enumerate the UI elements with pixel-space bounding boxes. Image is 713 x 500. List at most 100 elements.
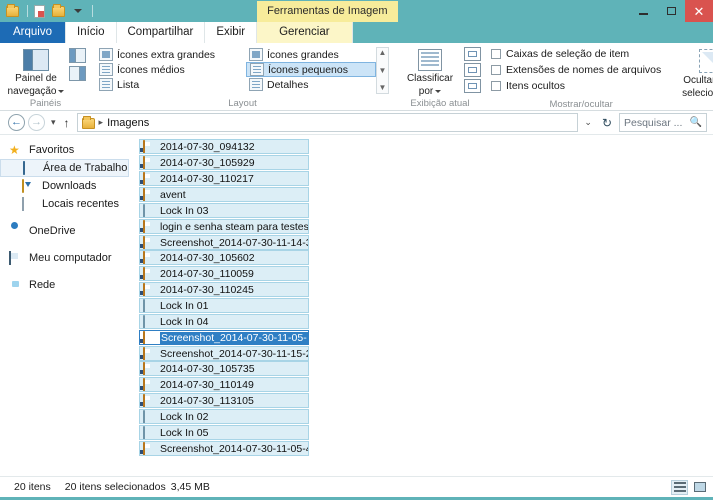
- new-folder-icon[interactable]: [52, 3, 67, 19]
- file-item[interactable]: 2014-07-30_113105: [139, 393, 309, 408]
- file-item[interactable]: Lock In 01: [139, 298, 309, 313]
- checkbox-itens-ocultos[interactable]: Itens ocultos: [491, 80, 661, 92]
- sidebar-group-favoritos[interactable]: ★ Favoritos: [0, 141, 137, 159]
- layout-icones-extra-grandes[interactable]: Ícones extra grandes: [96, 47, 244, 62]
- file-name: 2014-07-30_110149: [160, 378, 254, 391]
- tab-compartilhar[interactable]: Compartilhar: [116, 22, 206, 43]
- current-view-mini-buttons: [461, 47, 481, 93]
- file-name: 2014-07-30_110217: [160, 172, 254, 185]
- rename-input[interactable]: [160, 331, 308, 344]
- thumbnail-view-icon[interactable]: [691, 480, 708, 495]
- tab-arquivo[interactable]: Arquivo: [0, 22, 66, 43]
- preview-pane-icon[interactable]: [69, 48, 86, 63]
- breadcrumb-item-imagens[interactable]: Imagens: [107, 117, 149, 129]
- small-icons-icon: [250, 63, 264, 76]
- layout-detalhes[interactable]: Detalhes: [246, 77, 376, 92]
- file-item-renaming[interactable]: [139, 330, 309, 345]
- show-hide-checkboxes: Caixas de seleção de item Extensões de n…: [491, 47, 661, 92]
- layout-icones-grandes[interactable]: Ícones grandes: [246, 47, 376, 62]
- file-item[interactable]: Screenshot_2014-07-30-11-14-34: [139, 235, 309, 250]
- desktop-icon: [23, 160, 37, 175]
- layout-icones-medios[interactable]: Ícones médios: [96, 62, 244, 77]
- properties-icon[interactable]: [34, 4, 49, 19]
- navigation-pane-icon: [23, 49, 49, 71]
- sidebar-item-onedrive[interactable]: OneDrive: [0, 222, 137, 240]
- tab-exibir[interactable]: Exibir: [205, 22, 258, 43]
- sidebar-item-meu-computador[interactable]: Meu computador: [0, 249, 137, 267]
- file-item[interactable]: 2014-07-30_110059: [139, 266, 309, 281]
- file-item[interactable]: Lock In 04: [139, 314, 309, 329]
- sidebar-item-area-de-trabalho[interactable]: Área de Trabalho: [0, 159, 129, 177]
- file-item[interactable]: 2014-07-30_110217: [139, 171, 309, 186]
- size-columns-icon[interactable]: [464, 63, 481, 77]
- layout-label: Ícones pequenos: [268, 63, 348, 76]
- sidebar-item-locais-recentes[interactable]: Locais recentes: [0, 195, 137, 213]
- search-input[interactable]: Pesquisar ... 🔍: [619, 113, 707, 132]
- ribbon-group-exibicao-atual: Classificar por Exibição atual: [394, 43, 486, 111]
- maximize-button[interactable]: [657, 0, 685, 22]
- address-dropdown-icon[interactable]: ⌄: [581, 117, 595, 128]
- layout-icones-pequenos[interactable]: Ícones pequenos: [246, 62, 376, 77]
- breadcrumb[interactable]: ▸ Imagens: [76, 113, 579, 132]
- sidebar-item-downloads[interactable]: Downloads: [0, 177, 137, 195]
- navigation-pane-label-1: Painel de: [15, 73, 57, 84]
- details-view-icon: [249, 78, 263, 91]
- file-item[interactable]: 2014-07-30_105735: [139, 361, 309, 376]
- sort-by-button[interactable]: Classificar por: [399, 47, 461, 97]
- details-view-icon[interactable]: [671, 479, 688, 495]
- hide-label-2: selecionados: [682, 88, 713, 99]
- file-item[interactable]: avent: [139, 187, 309, 202]
- sidebar-item-rede[interactable]: Rede: [0, 276, 137, 294]
- network-icon: [9, 279, 23, 292]
- chevron-down-icon[interactable]: [74, 9, 82, 13]
- file-item[interactable]: Lock In 03: [139, 203, 309, 218]
- details-pane-icon[interactable]: [69, 66, 86, 81]
- layout-scrollbar[interactable]: ▲ ▼ ▼: [376, 47, 389, 94]
- checkbox-extensoes-de-nomes[interactable]: Extensões de nomes de arquivos: [491, 64, 661, 76]
- ribbon-group-mostrar-ocultar: Caixas de seleção de item Extensões de n…: [486, 43, 713, 111]
- add-columns-icon[interactable]: [464, 47, 481, 61]
- checkbox-caixas-de-selecao[interactable]: Caixas de seleção de item: [491, 48, 661, 60]
- up-button[interactable]: ↑: [62, 116, 74, 130]
- back-button[interactable]: ←: [8, 114, 25, 131]
- tab-gerenciar[interactable]: Gerenciar: [257, 22, 353, 43]
- file-item[interactable]: Screenshot_2014-07-30-11-15-29: [139, 346, 309, 361]
- content-area: ★ Favoritos Área de Trabalho Downloads L…: [0, 135, 713, 477]
- navigation-pane-button[interactable]: Painel de navegação: [5, 47, 67, 97]
- hide-selected-items-button[interactable]: Ocultar itens selecionados: [680, 47, 713, 99]
- file-item[interactable]: Lock In 02: [139, 409, 309, 424]
- file-item[interactable]: 2014-07-30_110245: [139, 282, 309, 297]
- close-button[interactable]: ✕: [685, 0, 713, 22]
- search-icon: 🔍: [689, 117, 702, 128]
- file-item[interactable]: 2014-07-30_110149: [139, 377, 309, 392]
- fit-columns-icon[interactable]: [464, 79, 481, 93]
- file-item[interactable]: 2014-07-30_105602: [139, 250, 309, 265]
- file-item[interactable]: Screenshot_2014-07-30-11-05-47: [139, 441, 309, 456]
- file-name: Screenshot_2014-07-30-11-14-34: [160, 236, 309, 249]
- file-name: Screenshot_2014-07-30-11-15-29: [160, 347, 309, 360]
- group-title-paineis: Painéis: [29, 98, 62, 109]
- contextual-tab-header: Ferramentas de Imagem: [257, 1, 398, 22]
- jpg-file-icon: [143, 283, 156, 296]
- status-item-count: 20 itens: [14, 481, 51, 493]
- refresh-icon[interactable]: ↻: [598, 116, 616, 130]
- group-title-mostrar-ocultar: Mostrar/ocultar: [549, 99, 613, 110]
- view-mode-buttons: [671, 479, 708, 495]
- recent-locations-icon[interactable]: ▾: [48, 117, 59, 128]
- file-item[interactable]: 2014-07-30_105929: [139, 155, 309, 170]
- file-item[interactable]: 2014-07-30_094132: [139, 139, 309, 154]
- large-icons-icon: [249, 48, 263, 61]
- file-item[interactable]: Lock In 05: [139, 425, 309, 440]
- tab-inicio[interactable]: Início: [66, 22, 117, 43]
- star-icon: ★: [9, 142, 20, 157]
- file-item[interactable]: login e senha steam para testes: [139, 219, 309, 234]
- file-list[interactable]: 2014-07-30_094132 2014-07-30_105929 2014…: [137, 135, 713, 476]
- layout-lista[interactable]: Lista: [96, 77, 244, 92]
- folder-icon[interactable]: [6, 3, 21, 19]
- forward-button[interactable]: →: [28, 114, 45, 131]
- minimize-button[interactable]: [629, 0, 657, 22]
- sidebar-label: Área de Trabalho: [43, 162, 128, 174]
- status-selection: 20 itens selecionados: [64, 481, 166, 493]
